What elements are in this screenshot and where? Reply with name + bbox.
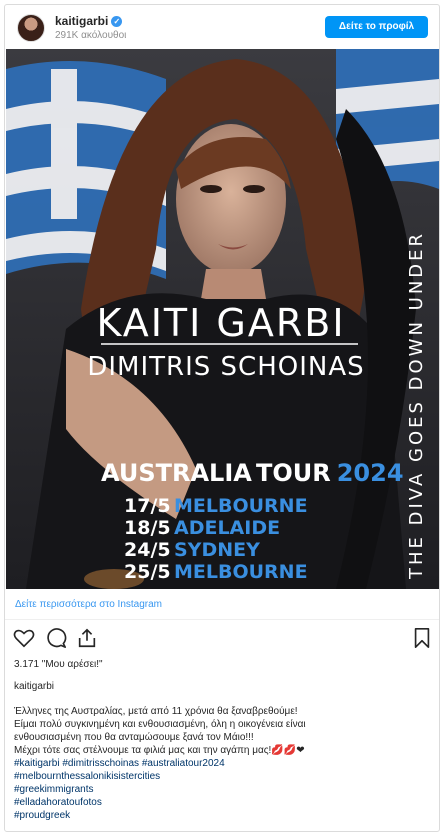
hashtag-line[interactable]: #greekimmigrants [14,783,434,796]
hashtag-line[interactable]: #elladahoratoufotos [14,796,434,809]
post-image[interactable]: KAITI GARBI DIMITRIS SCHOINAS AUSTRALIA T… [6,49,439,589]
caption-line: Μέχρι τότε σας στέλνουμε τα φιλιά μας κα… [14,745,305,756]
side-tagline: THE DIVA GOES DOWN UNDER [406,231,427,580]
divider [5,619,439,620]
username-row[interactable]: kaitigarbi ✓ [55,14,123,28]
comment-icon[interactable] [45,627,67,649]
hashtag-line[interactable]: #melbournthessalonikisistercities [14,770,434,783]
artist-line1: KAITI GARBI [96,301,345,345]
tour-word1: AUSTRALIA [101,459,252,487]
heart-icon[interactable] [13,627,35,649]
like-count[interactable]: 3.171 "Μου αρέσει!" [14,659,103,670]
tour-date: 25/5 [124,561,171,583]
avatar[interactable] [17,14,45,42]
tour-year: 2024 [337,459,404,487]
tour-city: MELBOURNE [174,561,308,583]
follower-count: 291K ακόλουθοι [55,30,127,41]
tour-date: 24/5 [124,539,171,561]
action-bar [13,627,433,649]
tour-city: MELBOURNE [174,495,308,517]
caption-username[interactable]: kaitigarbi [14,681,54,692]
share-icon[interactable] [76,627,98,649]
caption-line: Έλληνες της Αυστραλίας, μετά από 11 χρόν… [14,706,298,717]
verified-badge-icon: ✓ [111,16,123,27]
tour-date: 17/5 [124,495,171,517]
view-profile-button[interactable]: Δείτε το προφίλ [325,16,428,38]
tour-poster: KAITI GARBI DIMITRIS SCHOINAS AUSTRALIA T… [6,49,439,589]
caption-text: Έλληνες της Αυστραλίας, μετά από 11 χρόν… [14,705,434,822]
post-header: kaitigarbi ✓ 291K ακόλουθοι Δείτε το προφ… [5,5,439,49]
caption-line: Είμαι πολύ συγκινημένη και ενθουσιασμένη… [14,719,306,730]
artist-line2: DIMITRIS SCHOINAS [87,352,364,382]
hashtag-line[interactable]: #proudgreek [14,809,434,822]
instagram-embed-card: kaitigarbi ✓ 291K ακόλουθοι Δείτε το προφ… [4,4,440,832]
view-more-link[interactable]: Δείτε περισσότερα στο Instagram [15,599,162,610]
hashtag-line[interactable]: #kaitigarbi #dimitrisschoinas #australia… [14,757,434,770]
bookmark-icon[interactable] [411,627,433,649]
username[interactable]: kaitigarbi [55,14,108,28]
tour-word2: TOUR [256,459,331,487]
tour-city: ADELAIDE [174,517,280,539]
tour-date: 18/5 [124,517,171,539]
tour-city: SYDNEY [174,539,260,561]
caption-line: ενθουσιασμένη που θα ανταμώσουμε ξανά το… [14,732,254,743]
